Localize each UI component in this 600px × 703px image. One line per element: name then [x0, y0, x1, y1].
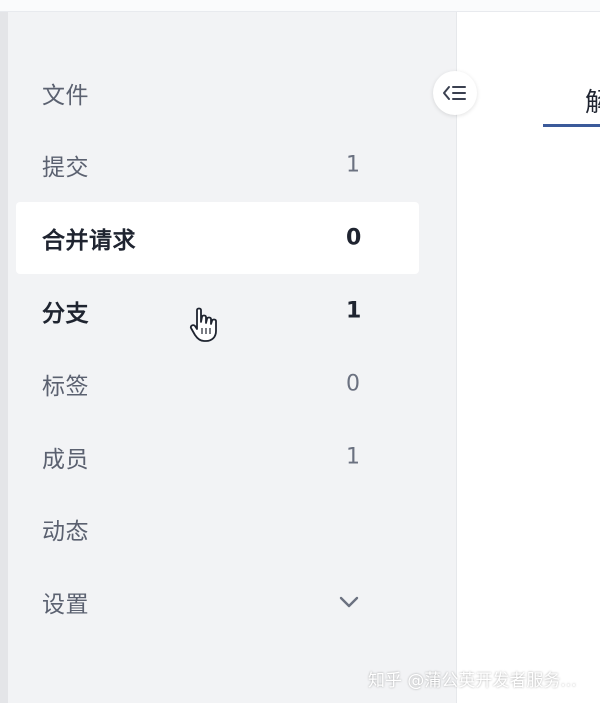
sidebar-item-members[interactable]: 成员 1	[16, 421, 419, 493]
sidebar-item-label: 合并请求	[42, 228, 136, 254]
sidebar-item-files[interactable]: 文件	[16, 57, 419, 129]
tab-main[interactable]: 解	[585, 82, 600, 119]
sidebar-item-count: 1	[346, 298, 362, 324]
sidebar-item-count: 0	[346, 371, 360, 397]
tab-active-indicator	[543, 124, 600, 127]
sidebar-item-tags[interactable]: 标签 0	[16, 348, 419, 420]
sidebar-item-label: 成员	[42, 447, 89, 473]
sidebar-item-commits[interactable]: 提交 1	[16, 129, 419, 201]
sidebar-collapse-icon	[443, 86, 466, 100]
chevron-down-icon[interactable]	[338, 595, 360, 609]
sidebar-collapse-button[interactable]	[433, 71, 477, 115]
sidebar-item-label: 动态	[42, 519, 89, 545]
sidebar-item-label: 文件	[42, 83, 89, 109]
sidebar-item-label: 分支	[42, 301, 89, 327]
sidebar-item-merge-requests[interactable]: 合并请求 0	[16, 202, 419, 274]
sidebar-item-label: 提交	[42, 155, 89, 181]
sidebar-item-count: 0	[346, 225, 362, 251]
watermark-text: 知乎 @蒲公英开发者服务...	[368, 671, 577, 691]
window-left-edge	[0, 12, 8, 703]
sidebar-item-count: 1	[346, 444, 360, 470]
top-bar	[0, 0, 600, 12]
sidebar-item-activity[interactable]: 动态	[16, 493, 419, 565]
sidebar-item-count: 1	[346, 152, 360, 178]
hand-pointer-cursor-icon	[189, 307, 217, 342]
main-content: 解	[457, 12, 600, 703]
sidebar-item-settings[interactable]: 设置	[16, 566, 419, 638]
sidebar-item-label: 标签	[42, 374, 89, 400]
sidebar-item-label: 设置	[42, 592, 89, 618]
sidebar: 文件 提交 1 合并请求 0 分支 1 标签 0 成员 1 动态 设置	[8, 12, 457, 703]
